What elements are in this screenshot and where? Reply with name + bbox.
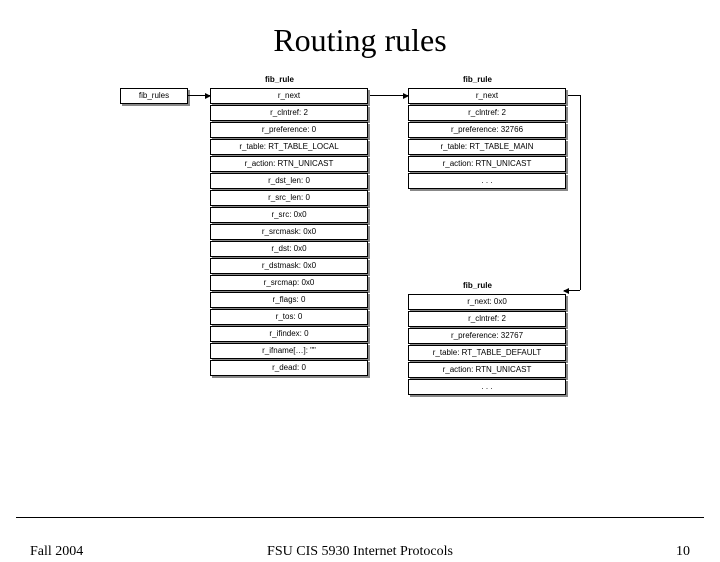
c-dots: . . . — [408, 379, 566, 395]
box-fib-rules: fib_rules — [120, 88, 188, 104]
hdr-fib-rule-c: fib_rule — [460, 279, 495, 293]
arrow-rules-to-a — [188, 95, 210, 96]
a-r-flags: r_flags: 0 — [210, 292, 368, 308]
a-r-clntref: r_clntref: 2 — [210, 105, 368, 121]
a-r-action: r_action: RTN_UNICAST — [210, 156, 368, 172]
a-r-src: r_src: 0x0 — [210, 207, 368, 223]
arrow-b-to-c-vert — [580, 95, 581, 290]
c-r-preference: r_preference: 32767 — [408, 328, 566, 344]
b-r-table: r_table: RT_TABLE_MAIN — [408, 139, 566, 155]
a-r-preference: r_preference: 0 — [210, 122, 368, 138]
b-r-clntref: r_clntref: 2 — [408, 105, 566, 121]
a-r-dstmask: r_dstmask: 0x0 — [210, 258, 368, 274]
c-r-table: r_table: RT_TABLE_DEFAULT — [408, 345, 566, 361]
a-r-tos: r_tos: 0 — [210, 309, 368, 325]
b-r-action: r_action: RTN_UNICAST — [408, 156, 566, 172]
a-r-dst: r_dst: 0x0 — [210, 241, 368, 257]
a-r-ifindex: r_ifindex: 0 — [210, 326, 368, 342]
a-r-srcmap: r_srcmap: 0x0 — [210, 275, 368, 291]
arrow-into-c — [564, 290, 580, 291]
b-dots: . . . — [408, 173, 566, 189]
a-r-srcmask: r_srcmask: 0x0 — [210, 224, 368, 240]
c-r-next: r_next: 0x0 — [408, 294, 566, 310]
page-title: Routing rules — [0, 22, 720, 59]
arrow-a-to-b — [366, 95, 408, 96]
a-r-src-len: r_src_len: 0 — [210, 190, 368, 206]
hdr-fib-rule-a: fib_rule — [262, 73, 297, 87]
footer-page: 10 — [676, 544, 690, 560]
hdr-fib-rule-b: fib_rule — [460, 73, 495, 87]
c-r-clntref: r_clntref: 2 — [408, 311, 566, 327]
a-r-ifname: r_ifname[…]: "" — [210, 343, 368, 359]
footer-divider — [16, 517, 704, 518]
a-r-dead: r_dead: 0 — [210, 360, 368, 376]
a-r-table: r_table: RT_TABLE_LOCAL — [210, 139, 368, 155]
footer-center: FSU CIS 5930 Internet Protocols — [0, 544, 720, 560]
a-r-next: r_next — [210, 88, 368, 104]
c-r-action: r_action: RTN_UNICAST — [408, 362, 566, 378]
arrow-b-to-c-stub — [564, 95, 580, 96]
b-r-next: r_next — [408, 88, 566, 104]
b-r-preference: r_preference: 32766 — [408, 122, 566, 138]
diagram: fib_rule fib_rule fib_rule fib_rules r_n… — [0, 69, 720, 449]
a-r-dst-len: r_dst_len: 0 — [210, 173, 368, 189]
